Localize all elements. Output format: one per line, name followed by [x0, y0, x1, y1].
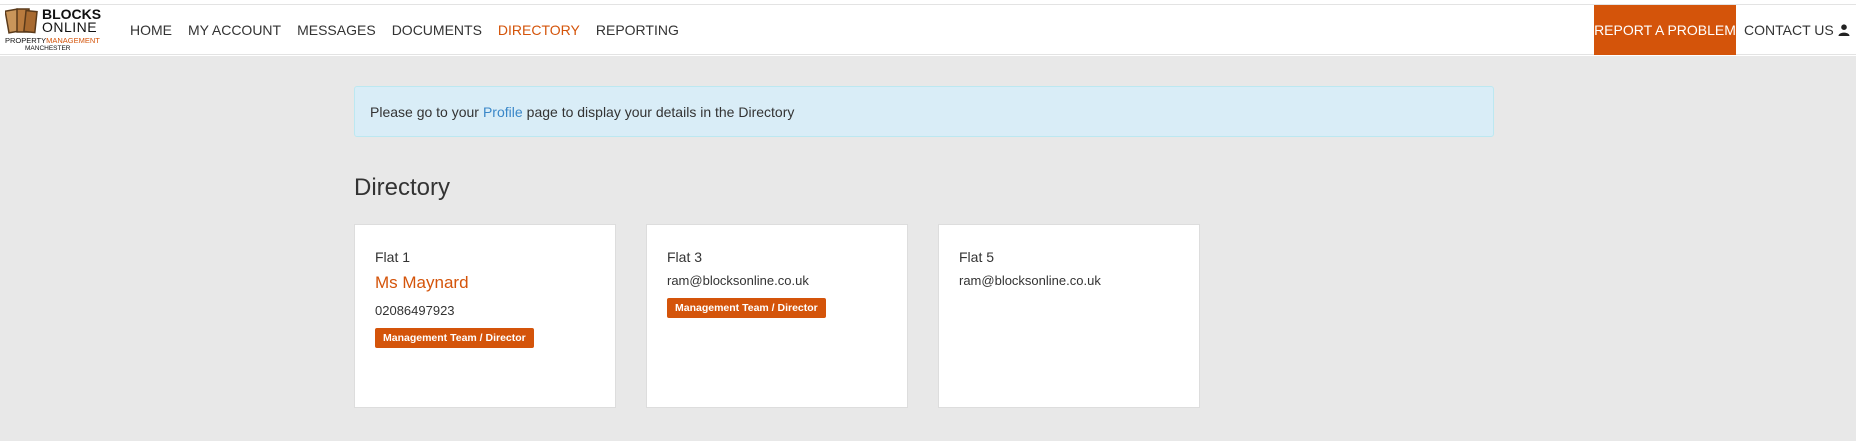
page-title: Directory: [354, 174, 451, 201]
card-phone: 02086497923: [375, 303, 455, 318]
blocks-logo-icon: [5, 8, 38, 34]
main-content: Please go to your Profile page to displa…: [0, 56, 1856, 441]
report-a-problem-button[interactable]: REPORT A PROBLEM: [1594, 5, 1736, 55]
blocks-online-logo[interactable]: BLOCKS ONLINE PROPERTYMANAGEMENT MANCHES…: [5, 7, 101, 54]
directory-card-flat-1: Flat 1 Ms Maynard 02086497923 Management…: [354, 224, 616, 408]
logo-text-property: PROPERTY: [5, 36, 47, 45]
nav-my-account[interactable]: MY ACCOUNT: [188, 22, 281, 38]
nav-documents[interactable]: DOCUMENTS: [392, 22, 482, 38]
logo-tagline: PROPERTYMANAGEMENT: [5, 37, 100, 45]
card-role-badge: Management Team / Director: [375, 328, 534, 348]
directory-card-flat-3: Flat 3 ram@blocksonline.co.uk Management…: [646, 224, 908, 408]
card-email: ram@blocksonline.co.uk: [959, 273, 1101, 288]
alert-suffix: page to display your details in the Dire…: [526, 103, 795, 120]
card-flat-label: Flat 5: [959, 249, 995, 265]
main-nav: HOME MY ACCOUNT MESSAGES DOCUMENTS DIREC…: [130, 5, 695, 55]
nav-messages[interactable]: MESSAGES: [297, 22, 376, 38]
directory-card-flat-5: Flat 5 ram@blocksonline.co.uk: [938, 224, 1200, 408]
nav-directory[interactable]: DIRECTORY: [498, 22, 580, 38]
card-role-badge: Management Team / Director: [667, 298, 826, 318]
logo-text-city: MANCHESTER: [25, 45, 71, 52]
card-flat-label: Flat 3: [667, 249, 703, 265]
logo-text-management: MANAGEMENT: [46, 36, 100, 45]
user-icon[interactable]: [1838, 24, 1850, 36]
nav-reporting[interactable]: REPORTING: [596, 22, 679, 38]
card-email: ram@blocksonline.co.uk: [667, 273, 809, 288]
profile-link[interactable]: Profile: [483, 104, 523, 120]
logo-text-online: ONLINE: [42, 19, 98, 35]
contact-us-link[interactable]: CONTACT US: [1744, 5, 1834, 55]
card-resident-name[interactable]: Ms Maynard: [375, 273, 595, 293]
profile-alert: Please go to your Profile page to displa…: [354, 86, 1494, 137]
top-navbar: BLOCKS ONLINE PROPERTYMANAGEMENT MANCHES…: [0, 4, 1856, 55]
nav-home[interactable]: HOME: [130, 22, 172, 38]
card-flat-label: Flat 1: [375, 249, 411, 265]
alert-prefix: Please go to your: [370, 103, 479, 120]
